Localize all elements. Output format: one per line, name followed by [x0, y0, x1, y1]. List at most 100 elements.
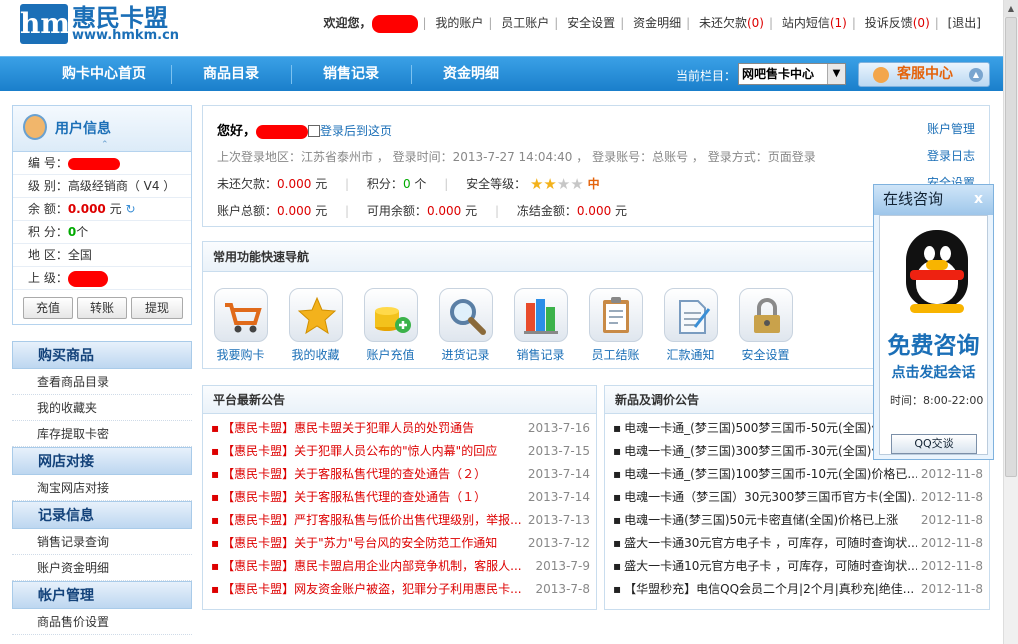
menu-section-account[interactable]: 帐户管理 [12, 581, 192, 609]
notice-row[interactable]: ▪ 【惠民卡盟】严打客服私售与低价出售代理级别，举报... 2013-7-13 [203, 509, 596, 532]
user-region-value: 全国 [67, 248, 92, 262]
scroll-thumb[interactable] [1005, 17, 1017, 477]
quick-nav: 常用功能快速导航 我要购卡 我的收藏 账户充值 进货记录 销售记录 员工结账 汇… [202, 241, 892, 369]
link-debt[interactable]: 未还欠款(0) [699, 16, 764, 30]
quick-sales-records[interactable]: 销售记录 [503, 288, 578, 363]
notice-date: 2013-7-12 [523, 532, 590, 555]
link-feedback[interactable]: 投诉反馈(0) [865, 16, 930, 30]
quick-purchase-records[interactable]: 进货记录 [428, 288, 503, 363]
link-funds[interactable]: 资金明细 [633, 16, 681, 30]
link-staff-account[interactable]: 员工账户 [501, 16, 549, 30]
menu-item-funds-detail[interactable]: 账户资金明细 [12, 555, 192, 581]
quick-remit-notice[interactable]: 汇款通知 [653, 288, 728, 363]
notice-row[interactable]: ▪ 【惠民卡盟】关于"苏力"号台风的安全防范工作通知 2013-7-12 [203, 532, 596, 555]
remember-label[interactable]: 登录后到这页 [320, 124, 392, 138]
chevron-up-icon: ▲ [969, 68, 983, 82]
menu-section-records[interactable]: 记录信息 [12, 501, 192, 529]
chevron-up-icon[interactable]: ⌃ [101, 140, 109, 150]
notice-text: 惠民卡盟启用企业内部竞争机制，客服人... [294, 559, 522, 573]
qq-chat-button[interactable]: QQ交谈 [891, 434, 977, 454]
quick-favorites-label: 我的收藏 [291, 348, 340, 362]
link-security[interactable]: 安全设置 [567, 16, 615, 30]
frozen-value: 0.000 [576, 204, 612, 218]
withdraw-button[interactable]: 提现 [131, 297, 183, 319]
menu-item-price-setting[interactable]: 商品售价设置 [12, 609, 192, 635]
user-points-row: 积 分：0个 [13, 221, 191, 244]
notices-title: 平台最新公告 [203, 386, 596, 414]
security-label: 安全等级： [466, 177, 527, 191]
quick-staff-settle[interactable]: 员工结账 [578, 288, 653, 363]
quick-remit-notice-label: 汇款通知 [666, 348, 715, 362]
transfer-button[interactable]: 转账 [77, 297, 127, 319]
scroll-up-icon[interactable]: ▲ [1004, 0, 1018, 17]
account-row-1: 未还欠款：0.000 元 | 积分：0 个 | 安全等级： ★★★★ 中 [217, 175, 600, 193]
product-row[interactable]: ▪ 盛大一卡通10元官方电子卡 ，可库存，可随时查询状... 2012-11-8 [605, 555, 989, 578]
quick-security-label: 安全设置 [741, 348, 790, 362]
quick-recharge[interactable]: 账户充值 [353, 288, 428, 363]
debt-count: (0) [746, 16, 764, 30]
user-level-value: 高级经销商（ V4 ） [67, 179, 176, 193]
user-balance-label: 余 额： [28, 202, 68, 216]
menu-section-shop[interactable]: 网店对接 [12, 447, 192, 475]
product-date: 2012-11-8 [916, 509, 983, 532]
link-feedback-label: 投诉反馈 [864, 16, 913, 30]
recharge-button[interactable]: 充值 [23, 297, 73, 319]
link-my-account[interactable]: 我的账户 [435, 16, 483, 30]
nav-catalog[interactable]: 商品目录 [171, 57, 291, 92]
notice-text: 惠民卡盟关于犯罪人员的处罚通告 [294, 421, 475, 435]
menu-item-taobao[interactable]: 淘宝网店对接 [12, 475, 192, 501]
link-messages[interactable]: 站内短信(1) [782, 16, 847, 30]
security-stars: ★★★★ [529, 175, 584, 193]
online-consult-popup: 在线咨询 x 免费咨询 点击发起会话 时间：8:00-22:00 QQ交谈 [873, 184, 994, 460]
notice-tag: 【惠民卡盟】 [222, 513, 295, 527]
link-debt-label: 未还欠款 [698, 16, 747, 30]
product-row[interactable]: ▪ 电魂一卡通（梦三国）30元300梦三国币官方卡(全国)... 2012-11-8 [605, 486, 989, 509]
notice-row[interactable]: ▪ 【惠民卡盟】关于客服私售代理的查处通告（１） 2013-7-14 [203, 486, 596, 509]
nav-home[interactable]: 购卡中心首页 [44, 57, 164, 92]
service-center-button[interactable]: 客服中心 ▲ [858, 62, 990, 87]
refresh-icon[interactable]: ↻ [125, 202, 135, 216]
menu-item-stock[interactable]: 库存提取卡密 [12, 421, 192, 447]
notice-row[interactable]: ▪ 【惠民卡盟】关于客服私售代理的查处通告（２） 2013-7-14 [203, 463, 596, 486]
star-empty-icon: ★ [556, 175, 571, 193]
product-row[interactable]: ▪ 电魂一卡通(梦三国)50元卡密直储(全国)价格已上涨 2012-11-8 [605, 509, 989, 532]
notice-date: 2013-7-15 [523, 440, 590, 463]
menu-item-sales-query[interactable]: 销售记录查询 [12, 529, 192, 555]
column-select[interactable]: 网吧售卡中心 ▼ [738, 63, 846, 85]
remember-checkbox[interactable] [308, 125, 321, 137]
product-row[interactable]: ▪ 盛大一卡通30元官方电子卡 ，可库存，可随时查询状... 2012-11-8 [605, 532, 989, 555]
consult-big-text[interactable]: 免费咨询 [880, 326, 987, 360]
quick-recharge-label: 账户充值 [366, 348, 415, 362]
site-logo[interactable]: hm 惠民卡盟 www.hmkm.cn [20, 0, 180, 46]
notice-tag: 【惠民卡盟】 [222, 444, 295, 458]
total-value: 0.000 [277, 204, 312, 218]
product-row[interactable]: ▪ 【华盟秒充】电信QQ会员二个月|2个月|真秒充|绝佳... 2012-11-8 [605, 578, 989, 601]
product-date: 2012-11-8 [916, 532, 983, 555]
quick-favorites[interactable]: 我的收藏 [278, 288, 353, 363]
main-nav: 购卡中心首页 商品目录 销售记录 资金明细 当前栏目： 网吧售卡中心 ▼ 客服中心… [0, 56, 1003, 91]
nav-sales[interactable]: 销售记录 [291, 57, 411, 92]
notice-row[interactable]: ▪ 【惠民卡盟】网友资金账户被盗，犯罪分子利用惠民卡... 2013-7-8 [203, 578, 596, 601]
quick-buy-card-label: 我要购卡 [216, 348, 265, 362]
menu-item-favorites[interactable]: 我的收藏夹 [12, 395, 192, 421]
link-account-manage[interactable]: 账户管理 [927, 120, 975, 137]
user-level-label: 级 别： [28, 179, 68, 193]
menu-item-catalog[interactable]: 查看商品目录 [12, 369, 192, 395]
quick-buy-card[interactable]: 我要购卡 [203, 288, 278, 363]
close-icon[interactable]: x [974, 185, 983, 213]
notice-row[interactable]: ▪ 【惠民卡盟】惠民卡盟关于犯罪人员的处罚通告 2013-7-16 [203, 417, 596, 440]
link-login-log[interactable]: 登录日志 [927, 147, 975, 164]
nav-funds[interactable]: 资金明细 [411, 57, 531, 92]
logout-link[interactable]: [退出] [948, 16, 981, 30]
menu-section-buy[interactable]: 购买商品 [12, 341, 192, 369]
notice-date: 2013-7-16 [523, 417, 590, 440]
quick-security[interactable]: 安全设置 [728, 288, 803, 363]
notice-row[interactable]: ▪ 【惠民卡盟】关于犯罪人员公布的"惊人内幕"的回应 2013-7-15 [203, 440, 596, 463]
page-scrollbar[interactable]: ▲ [1003, 0, 1018, 644]
notice-row[interactable]: ▪ 【惠民卡盟】惠民卡盟启用企业内部竞争机制，客服人... 2013-7-9 [203, 555, 596, 578]
consult-sub-text[interactable]: 点击发起会话 [880, 362, 987, 382]
notice-text: 严打客服私售与低价出售代理级别，举报... [294, 513, 522, 527]
product-row[interactable]: ▪ 电魂一卡通_(梦三国)100梦三国币-10元(全国)价格已... 2012-11… [605, 463, 989, 486]
user-region-label: 地 区： [28, 248, 68, 262]
star-filled-icon: ★ [529, 175, 544, 193]
